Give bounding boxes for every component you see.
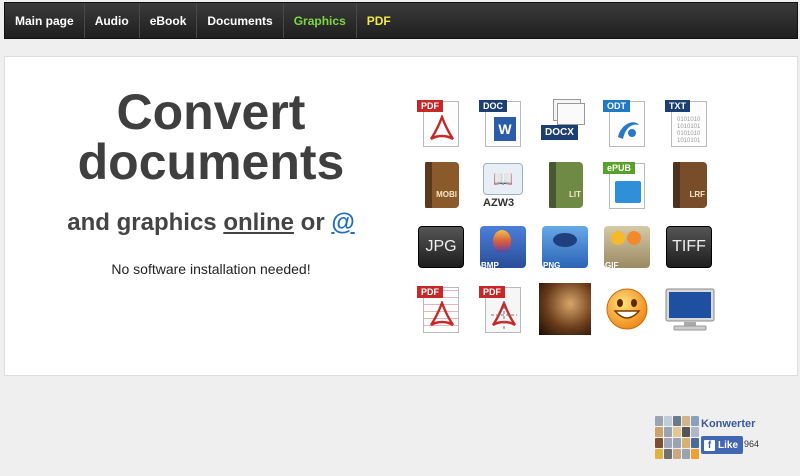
facebook-icon: f (704, 439, 715, 451)
pdf-puzzle-icon[interactable]: PDF (477, 283, 529, 335)
open-book-glyph: 📖 (483, 163, 523, 195)
nav-documents[interactable]: Documents (197, 3, 284, 38)
pdf-label: PDF (417, 100, 443, 112)
lrf-label: LRF (689, 190, 705, 199)
nav-audio[interactable]: Audio (85, 3, 140, 38)
hero-title: Convert documents (23, 87, 399, 187)
monitor-glyph (665, 288, 715, 331)
odt-icon[interactable]: ODT (601, 97, 653, 149)
blue-book-glyph (615, 181, 641, 203)
subtitle-part1: and graphics (67, 209, 224, 236)
acrobat-glyph-2 (430, 301, 454, 327)
smiley-small-glyph (611, 231, 625, 245)
txt-label: TXT (665, 100, 690, 112)
pdf-icon[interactable]: PDF (415, 97, 467, 149)
subtitle-part2: or (293, 209, 332, 236)
hero-subtitle: and graphics online or @ (23, 209, 399, 237)
epub-label: ePUB (603, 162, 636, 174)
top-navigation: Main page Audio eBook Documents Graphics… (4, 2, 798, 39)
odt-label: ODT (603, 100, 630, 112)
acrobat-puzzle-glyph (491, 301, 517, 329)
tiff-label: TIFF (666, 226, 712, 268)
mobi-icon[interactable]: MOBI (415, 159, 467, 211)
png-icon[interactable]: PNG (539, 221, 591, 273)
azw3-icon[interactable]: 📖 AZW3 (477, 159, 529, 211)
hero-title-line2: documents (77, 134, 345, 190)
online-link[interactable]: online (223, 209, 294, 236)
nav-main-page[interactable]: Main page (5, 3, 85, 38)
nav-pdf[interactable]: PDF (357, 3, 401, 38)
doc-icon[interactable]: DOC W (477, 97, 529, 149)
like-count: 964 (744, 439, 760, 449)
smiley-glyph (606, 288, 648, 330)
photo-thumbnail (539, 283, 591, 335)
format-icon-grid: PDF DOC W DOCX ODT TXT 0101010 1010101 0… (415, 97, 725, 345)
gif-label: GIF (605, 261, 619, 270)
facebook-like-box: Konwerter f Like 964 (655, 416, 795, 464)
azw3-label: AZW3 (483, 197, 515, 209)
lit-icon[interactable]: LIT (539, 159, 591, 211)
jpg-label: JPG (418, 226, 464, 268)
fan-thumbnails (655, 416, 699, 460)
facebook-page-name[interactable]: Konwerter (701, 418, 755, 430)
smiley-small-glyph-2 (627, 231, 641, 245)
facebook-like-button[interactable]: f Like (701, 436, 744, 454)
pdf-vector-label: PDF (417, 286, 443, 298)
doc-label: DOC (479, 100, 507, 112)
word-glyph: W (494, 117, 516, 141)
hero-text: Convert documents and graphics online or… (23, 87, 399, 277)
bmp-label: BMP (481, 261, 499, 270)
gif-icon[interactable]: GIF (601, 221, 653, 273)
nav-ebook[interactable]: eBook (140, 3, 198, 38)
docx-label: DOCX (541, 125, 578, 140)
email-at-link[interactable]: @ (331, 209, 354, 236)
like-label: Like (718, 439, 739, 451)
pdf-vector-icon[interactable]: PDF (415, 283, 467, 335)
hero-note: No software installation needed! (111, 261, 311, 277)
png-label: PNG (543, 261, 561, 270)
mobi-label: MOBI (436, 190, 457, 199)
tiff-icon[interactable]: TIFF (663, 221, 715, 273)
smiley-icon[interactable] (601, 283, 653, 335)
hero-title-line1: Convert (116, 84, 306, 140)
txt-icon[interactable]: TXT 0101010 1010101 0101010 1010101 (663, 97, 715, 149)
openoffice-glyph (618, 122, 639, 139)
binary-text-glyph: 0101010 1010101 0101010 1010101 (677, 117, 701, 144)
hero-panel: Convert documents and graphics online or… (4, 56, 798, 376)
lrf-icon[interactable]: LRF (663, 159, 715, 211)
acrobat-glyph (430, 115, 454, 141)
photo-icon[interactable] (539, 283, 591, 335)
fish-glyph (553, 233, 577, 247)
lit-label: LIT (569, 190, 581, 199)
bmp-icon[interactable]: BMP (477, 221, 529, 273)
pdf-puzzle-label: PDF (479, 286, 505, 298)
monitor-icon[interactable] (663, 283, 715, 335)
balloon-glyph (493, 230, 511, 252)
nav-graphics[interactable]: Graphics (284, 3, 357, 38)
jpg-icon[interactable]: JPG (415, 221, 467, 273)
docx-icon[interactable]: DOCX (539, 97, 591, 149)
epub-icon[interactable]: ePUB (601, 159, 653, 211)
